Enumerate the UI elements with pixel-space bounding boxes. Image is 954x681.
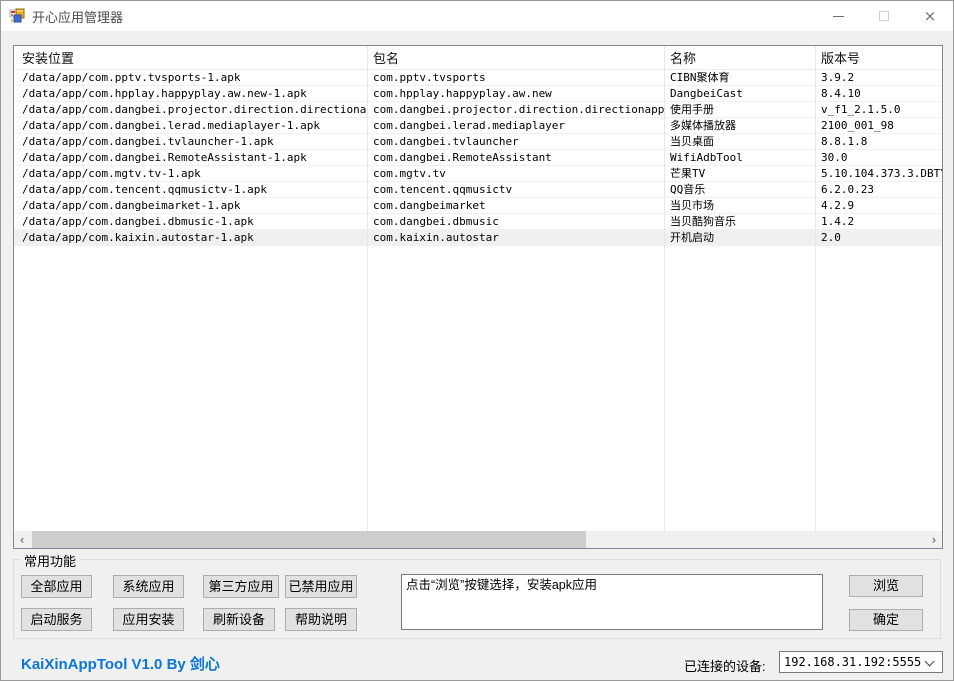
install-app-button[interactable]: 应用安装 (113, 608, 184, 631)
cell-version: 6.2.0.23 (815, 182, 942, 197)
cell-location: /data/app/com.hpplay.happyplay.aw.new-1.… (14, 86, 367, 101)
column-divider (367, 46, 368, 531)
confirm-button[interactable]: 确定 (849, 609, 923, 631)
cell-version: v_f1_2.1.5.0 (815, 102, 942, 117)
cell-package: com.dangbei.RemoteAssistant (367, 150, 664, 165)
cell-package: com.tencent.qqmusictv (367, 182, 664, 197)
maximize-button[interactable] (861, 1, 907, 31)
table-row[interactable]: /data/app/com.dangbei.dbmusic-1.apkcom.d… (14, 214, 942, 230)
maximize-icon (879, 11, 889, 21)
cell-name: 多媒体播放器 (664, 118, 815, 133)
cell-version: 8.8.1.8 (815, 134, 942, 149)
cell-name: QQ音乐 (664, 182, 815, 197)
cell-name: 当贝桌面 (664, 134, 815, 149)
column-header-package[interactable]: 包名 (367, 46, 664, 69)
group-label: 常用功能 (20, 551, 80, 570)
cell-location: /data/app/com.dangbei.dbmusic-1.apk (14, 214, 367, 229)
cell-package: com.dangbei.tvlauncher (367, 134, 664, 149)
cell-package: com.dangbei.dbmusic (367, 214, 664, 229)
table-row[interactable]: /data/app/com.dangbeimarket-1.apkcom.dan… (14, 198, 942, 214)
cell-location: /data/app/com.dangbei.projector.directio… (14, 102, 367, 117)
system-apps-button[interactable]: 系统应用 (113, 575, 184, 598)
cell-package: com.pptv.tvsports (367, 70, 664, 85)
cell-name: WifiAdbTool (664, 150, 815, 165)
table-row[interactable]: /data/app/com.dangbei.tvlauncher-1.apkco… (14, 134, 942, 150)
app-branding: KaiXinAppTool V1.0 By 剑心 (21, 653, 220, 674)
cell-version: 3.9.2 (815, 70, 942, 85)
close-icon: × (924, 9, 937, 24)
cell-location: /data/app/com.dangbei.lerad.mediaplayer-… (14, 118, 367, 133)
app-window: 开心应用管理器 × 安装位置 包名 名称 版本号 /data/app/com.p… (0, 0, 954, 681)
column-header-version[interactable]: 版本号 (815, 46, 942, 69)
cell-name: DangbeiCast (664, 86, 815, 101)
window-title: 开心应用管理器 (32, 7, 123, 26)
all-apps-button[interactable]: 全部应用 (21, 575, 92, 598)
device-combobox[interactable]: 192.168.31.192:5555 (779, 651, 943, 673)
column-header-install-location[interactable]: 安装位置 (14, 46, 367, 69)
cell-version: 1.4.2 (815, 214, 942, 229)
table-row[interactable]: /data/app/com.dangbei.lerad.mediaplayer-… (14, 118, 942, 134)
cell-package: com.kaixin.autostar (367, 230, 664, 245)
help-button[interactable]: 帮助说明 (285, 608, 357, 631)
cell-package: com.dangbei.projector.direction.directio… (367, 102, 664, 117)
column-divider (815, 46, 816, 531)
browse-button[interactable]: 浏览 (849, 575, 923, 597)
cell-name: 开机启动 (664, 230, 815, 245)
cell-location: /data/app/com.dangbeimarket-1.apk (14, 198, 367, 213)
connected-device-label: 已连接的设备: (684, 656, 766, 675)
start-service-button[interactable]: 启动服务 (21, 608, 92, 631)
list-header: 安装位置 包名 名称 版本号 (14, 46, 942, 70)
cell-location: /data/app/com.kaixin.autostar-1.apk (14, 230, 367, 245)
scroll-right-arrow-icon[interactable]: › (926, 531, 942, 548)
minimize-button[interactable] (815, 1, 861, 31)
chevron-down-icon (925, 657, 935, 667)
table-row[interactable]: /data/app/com.tencent.qqmusictv-1.apkcom… (14, 182, 942, 198)
cell-version: 5.10.104.373.3.DBTY_1 (815, 166, 942, 181)
horizontal-scrollbar[interactable]: ‹ › (14, 531, 942, 548)
cell-location: /data/app/com.dangbei.RemoteAssistant-1.… (14, 150, 367, 165)
scroll-left-arrow-icon[interactable]: ‹ (14, 531, 30, 548)
column-divider (664, 46, 665, 531)
cell-version: 2100_001_98 (815, 118, 942, 133)
column-header-name[interactable]: 名称 (664, 46, 815, 69)
table-row[interactable]: /data/app/com.pptv.tvsports-1.apkcom.ppt… (14, 70, 942, 86)
cell-package: com.mgtv.tv (367, 166, 664, 181)
cell-name: 使用手册 (664, 102, 815, 117)
app-list: 安装位置 包名 名称 版本号 /data/app/com.pptv.tvspor… (13, 45, 943, 549)
cell-package: com.dangbeimarket (367, 198, 664, 213)
app-icon (9, 8, 25, 24)
table-row[interactable]: /data/app/com.hpplay.happyplay.aw.new-1.… (14, 86, 942, 102)
device-address: 192.168.31.192:5555 (784, 655, 921, 669)
install-hint-box[interactable]: 点击“浏览”按键选择，安装apk应用 (401, 574, 823, 630)
listview-body: /data/app/com.pptv.tvsports-1.apkcom.ppt… (14, 70, 942, 531)
table-row[interactable]: /data/app/com.dangbei.RemoteAssistant-1.… (14, 150, 942, 166)
cell-location: /data/app/com.mgtv.tv-1.apk (14, 166, 367, 181)
third-party-apps-button[interactable]: 第三方应用 (203, 575, 279, 598)
cell-version: 4.2.9 (815, 198, 942, 213)
cell-version: 8.4.10 (815, 86, 942, 101)
refresh-device-button[interactable]: 刷新设备 (203, 608, 275, 631)
cell-location: /data/app/com.dangbei.tvlauncher-1.apk (14, 134, 367, 149)
minimize-icon (833, 16, 844, 17)
cell-name: 当贝市场 (664, 198, 815, 213)
cell-name: 当贝酷狗音乐 (664, 214, 815, 229)
cell-version: 2.0 (815, 230, 942, 245)
cell-location: /data/app/com.tencent.qqmusictv-1.apk (14, 182, 367, 197)
cell-name: CIBN聚体育 (664, 70, 815, 85)
cell-package: com.dangbei.lerad.mediaplayer (367, 118, 664, 133)
table-row[interactable]: /data/app/com.mgtv.tv-1.apkcom.mgtv.tv芒果… (14, 166, 942, 182)
scrollbar-thumb[interactable] (32, 531, 586, 548)
cell-location: /data/app/com.pptv.tvsports-1.apk (14, 70, 367, 85)
cell-name: 芒果TV (664, 166, 815, 181)
disabled-apps-button[interactable]: 已禁用应用 (285, 575, 357, 598)
cell-version: 30.0 (815, 150, 942, 165)
cell-package: com.hpplay.happyplay.aw.new (367, 86, 664, 101)
table-row[interactable]: /data/app/com.kaixin.autostar-1.apkcom.k… (14, 230, 942, 246)
title-bar: 开心应用管理器 × (1, 1, 953, 31)
table-row[interactable]: /data/app/com.dangbei.projector.directio… (14, 102, 942, 118)
close-button[interactable]: × (907, 1, 953, 31)
